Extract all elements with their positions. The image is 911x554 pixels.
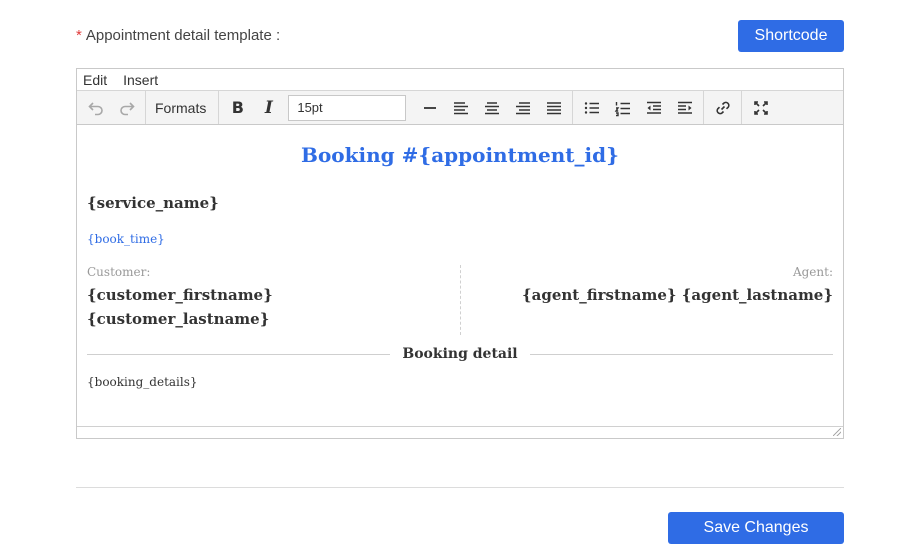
- link-group: [704, 91, 743, 124]
- view-group: [742, 91, 779, 124]
- outdent-icon[interactable]: [638, 94, 669, 122]
- customer-label: Customer:: [87, 265, 151, 279]
- align-justify-icon[interactable]: [538, 94, 569, 122]
- menu-insert[interactable]: Insert: [123, 72, 158, 88]
- field-label-text: Appointment detail template :: [85, 27, 281, 44]
- divider-line-right: [529, 353, 833, 355]
- bold-glyph: B: [231, 98, 244, 117]
- align-right-icon[interactable]: [507, 94, 538, 122]
- customer-agent-columns: Customer: {customer_firstname} {customer…: [87, 265, 833, 335]
- italic-glyph: I: [264, 97, 273, 118]
- text-style-group: B I: [219, 91, 574, 124]
- agent-column: Agent: {agent_firstname} {agent_lastname…: [461, 265, 833, 335]
- formats-dropdown[interactable]: Formats: [149, 100, 215, 116]
- required-marker: *: [76, 27, 82, 44]
- fullscreen-icon[interactable]: [745, 94, 776, 122]
- section-divider: [76, 487, 844, 488]
- editor-content-area[interactable]: Booking #{appointment_id} {service_name}…: [77, 125, 843, 426]
- link-icon[interactable]: [707, 94, 738, 122]
- divider-line-left: [87, 353, 391, 355]
- editor-toolbar: Formats B I: [77, 90, 843, 125]
- horizontal-rule-icon[interactable]: [414, 94, 445, 122]
- booking-details-placeholder: {booking_details}: [87, 375, 198, 389]
- align-left-icon[interactable]: [445, 94, 476, 122]
- align-center-icon[interactable]: [476, 94, 507, 122]
- service-name-placeholder: {service_name}: [87, 194, 219, 212]
- indent-icon[interactable]: [669, 94, 700, 122]
- resize-handle-icon[interactable]: [833, 428, 841, 436]
- list-group: [573, 91, 705, 124]
- template-field-label: * Appointment detail template :: [76, 27, 280, 44]
- booking-detail-divider: Booking detail: [87, 346, 833, 362]
- agent-label: Agent:: [792, 265, 833, 279]
- customer-column: Customer: {customer_firstname} {customer…: [87, 265, 461, 335]
- save-changes-button[interactable]: Save Changes: [668, 512, 844, 544]
- bold-icon[interactable]: B: [222, 94, 253, 122]
- undo-icon[interactable]: [80, 94, 111, 122]
- numbered-list-icon[interactable]: [607, 94, 638, 122]
- redo-icon[interactable]: [111, 94, 142, 122]
- agent-name-placeholder: {agent_firstname} {agent_lastname}: [521, 286, 833, 304]
- shortcode-button[interactable]: Shortcode: [738, 20, 844, 52]
- menu-edit[interactable]: Edit: [83, 72, 107, 88]
- font-size-input[interactable]: [288, 94, 407, 121]
- book-time-placeholder: {book_time}: [87, 232, 165, 246]
- editor-menubar: Edit Insert: [77, 69, 843, 90]
- customer-firstname-placeholder: {customer_firstname}: [87, 286, 273, 304]
- italic-icon[interactable]: I: [253, 94, 284, 122]
- formats-group: Formats: [146, 91, 220, 124]
- rich-text-editor: Edit Insert Formats B I 15pt Booking #{a…: [76, 68, 844, 439]
- booking-title: Booking #{appointment_id}: [301, 143, 619, 167]
- editor-statusbar: [77, 426, 843, 438]
- history-group: [77, 91, 146, 124]
- booking-detail-heading: Booking detail: [402, 346, 518, 362]
- bullet-list-icon[interactable]: [576, 94, 607, 122]
- customer-lastname-placeholder: {customer_lastname}: [87, 310, 270, 328]
